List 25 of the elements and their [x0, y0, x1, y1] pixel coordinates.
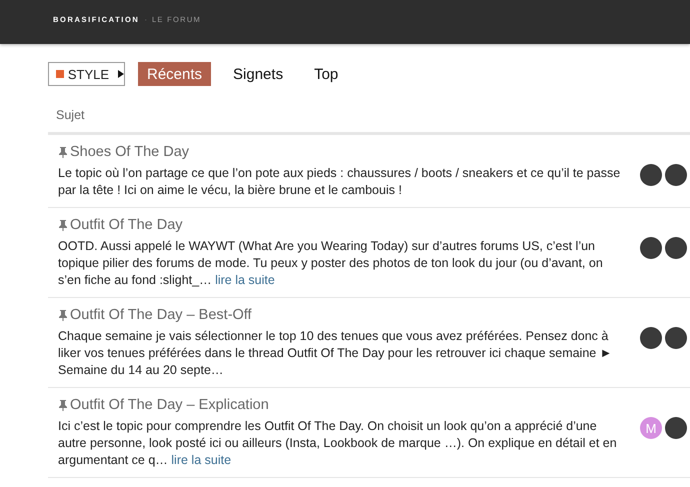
topic-excerpt: OOTD. Aussi appelé le WAYWT (What Are you Wearing Today) sur d’autres forums US, c’est l’un topique pilier des forums de mode. Tu peux y poster des photos de ton look du jour (ou d’avant, on s’en fiche au fond :slight_… lire la suite — [58, 238, 604, 289]
topic-excerpt: Chaque semaine je vais sélectionner le top 10 des tenues que vous avez préférées. Pensez donc à liker vos tenues préférées dans le thread Outfit Of The Day pour les retrouver ici chaque semaine ► Semaine du 14 au 20 septe… — [58, 328, 614, 379]
nav-tab[interactable]: Top — [305, 62, 348, 86]
topic-row[interactable]: Shoes Of The Day Le topic où l’on partage ce que l’on pote aux pieds : chaussures / boots / sneakers et ce qu’il te passe par la tête ! Ici on aime le vécu, la bière brune et le cambouis ! — [48, 135, 690, 208]
topic-title[interactable]: Outfit Of The Day – Explication — [58, 397, 623, 413]
nav-tab[interactable]: Signets — [224, 62, 292, 86]
read-more-link[interactable]: lire la suite — [215, 273, 275, 287]
topic-title[interactable]: Outfit Of The Day – Best-Off — [58, 307, 623, 323]
category-swatch-icon — [56, 70, 64, 78]
topic-excerpt: Le topic où l’on partage ce que l’on pote aux pieds : chaussures / boots / sneakers et ce qu’il te passe par la tête ! Ici on aime le vécu, la bière brune et le cambouis ! — [58, 165, 622, 199]
avatar[interactable] — [640, 164, 662, 186]
topic-title[interactable]: Shoes Of The Day — [58, 144, 623, 160]
nav-tab[interactable]: Récents — [138, 62, 212, 86]
caret-icon — [118, 70, 124, 78]
category-dropdown[interactable]: STYLE — [48, 62, 125, 86]
column-header: Sujet — [48, 86, 690, 135]
avatar[interactable] — [665, 237, 687, 259]
avatar[interactable] — [665, 417, 687, 439]
topic-title[interactable]: Outfit Of The Day — [58, 217, 623, 233]
avatar[interactable] — [640, 237, 662, 259]
read-more-link[interactable]: lire la suite — [171, 453, 232, 467]
avatar[interactable] — [640, 327, 662, 349]
avatar[interactable] — [665, 164, 687, 186]
avatar[interactable] — [665, 327, 687, 349]
topic-excerpt: Ici c’est le topic pour comprendre les Outfit Of The Day. On choisit un look qu’on a apprécié d’une autre personne, look posté ici ou ailleurs (Insta, Lookbook de marque …). On explique en détail et en argumentant ce q… lire la suite — [58, 418, 618, 469]
